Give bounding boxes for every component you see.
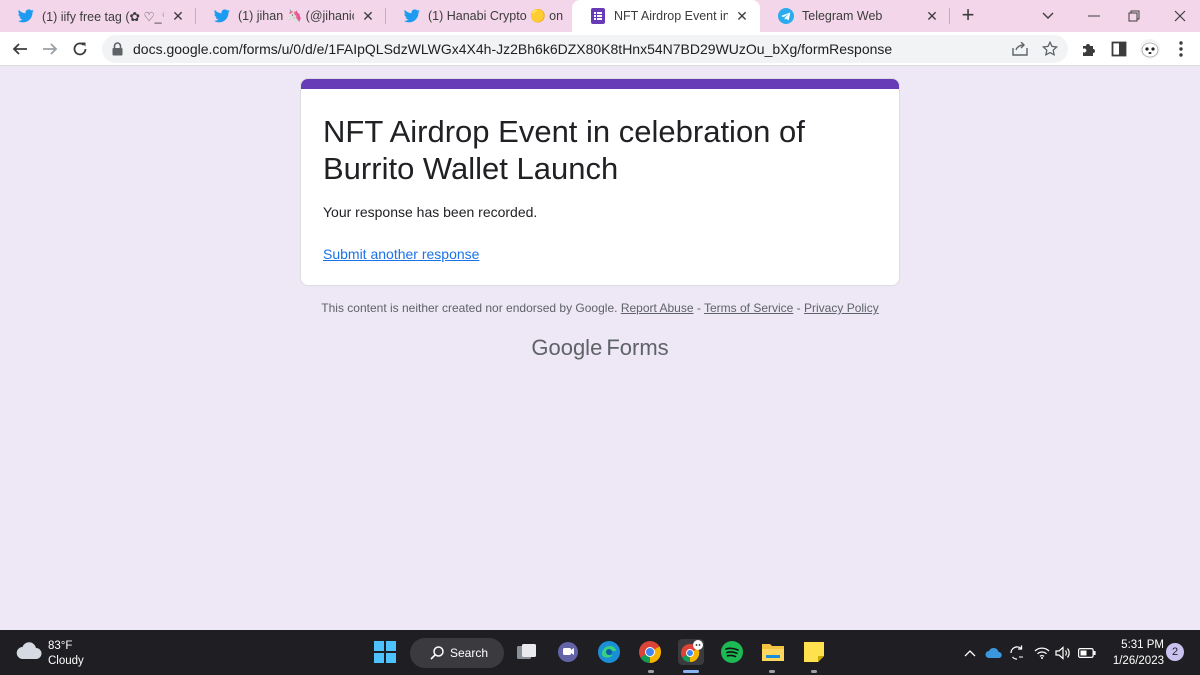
google-forms-icon — [590, 8, 606, 24]
windows-start-icon[interactable] — [372, 639, 398, 665]
more-menu-icon[interactable] — [1172, 40, 1190, 58]
form-response-card: NFT Airdrop Event in celebration of Burr… — [300, 78, 900, 286]
twitter-icon — [214, 8, 230, 24]
bookmark-star-icon[interactable] — [1042, 41, 1058, 57]
new-tab-button[interactable]: + — [956, 4, 980, 28]
restore-icon[interactable] — [1114, 0, 1154, 32]
tab-twitter-1[interactable]: (1) iify free tag (✿ ♡_♡) ( ✕ — [0, 0, 196, 32]
form-title: NFT Airdrop Event in celebration of Burr… — [323, 114, 805, 186]
tab-search-icon[interactable] — [1028, 0, 1068, 32]
chrome-profile-icon[interactable] — [678, 639, 704, 665]
disclaimer-text: This content is neither created nor endo… — [321, 301, 618, 315]
battery-icon[interactable] — [1078, 645, 1096, 661]
tab-twitter-3[interactable]: (1) Hanabi Crypto 🟡 on — [386, 0, 572, 32]
search-label: Search — [450, 646, 489, 660]
close-tab-icon[interactable]: ✕ — [924, 8, 940, 24]
sticky-notes-icon[interactable] — [801, 639, 827, 665]
side-panel-icon[interactable] — [1110, 40, 1128, 58]
cloud-icon[interactable] — [16, 642, 42, 665]
back-button[interactable] — [8, 37, 32, 61]
telegram-icon — [778, 8, 794, 24]
tab-title: Telegram Web — [802, 9, 883, 23]
close-tab-icon[interactable]: ✕ — [170, 8, 186, 24]
taskbar-search-button[interactable]: Search — [410, 638, 504, 668]
privacy-policy-link[interactable]: Privacy Policy — [804, 301, 879, 315]
chevron-up-icon[interactable] — [962, 645, 978, 661]
tab-telegram[interactable]: Telegram Web ✕ — [760, 0, 950, 32]
wifi-icon[interactable] — [1034, 645, 1050, 661]
form-accent-bar — [301, 79, 899, 89]
volume-icon[interactable] — [1055, 645, 1071, 661]
forward-button[interactable] — [38, 37, 62, 61]
edge-browser-icon[interactable] — [596, 639, 622, 665]
windows-taskbar: 83°F Cloudy Search 5:31 PM 1/26/2023 2 — [0, 630, 1200, 675]
weather-condition[interactable]: Cloudy — [48, 655, 84, 667]
google-forms-logo[interactable]: Google Forms — [0, 335, 1200, 361]
footer-disclaimer: This content is neither created nor endo… — [321, 301, 879, 315]
address-bar[interactable]: docs.google.com/forms/u/0/d/e/1FAIpQLSdz… — [102, 35, 1068, 63]
teams-chat-icon[interactable] — [555, 639, 581, 665]
tab-google-forms[interactable]: NFT Airdrop Event in cele ✕ — [572, 0, 760, 32]
sync-icon[interactable] — [1008, 645, 1026, 661]
url-text[interactable]: docs.google.com/forms/u/0/d/e/1FAIpQLSdz… — [133, 41, 892, 57]
profile-avatar-icon[interactable] — [1139, 38, 1161, 60]
tab-title: (1) jihan 🦄 (@jihanicorn) — [238, 8, 354, 23]
clock-date[interactable]: 1/26/2023 — [1104, 655, 1164, 667]
tab-twitter-2[interactable]: (1) jihan 🦄 (@jihanicorn) ✕ — [196, 0, 386, 32]
reload-button[interactable] — [68, 37, 92, 61]
clock-time[interactable]: 5:31 PM — [1104, 639, 1164, 651]
close-tab-icon[interactable]: ✕ — [360, 8, 376, 24]
chrome-icon[interactable] — [637, 639, 663, 665]
onedrive-icon[interactable] — [985, 645, 1003, 661]
submit-another-response-link[interactable]: Submit another response — [323, 246, 479, 262]
terms-of-service-link[interactable]: Terms of Service — [704, 301, 793, 315]
tab-strip: (1) iify free tag (✿ ♡_♡) ( ✕ (1) jihan … — [0, 0, 1200, 32]
search-icon — [430, 646, 444, 660]
report-abuse-link[interactable]: Report Abuse — [621, 301, 694, 315]
file-explorer-icon[interactable] — [760, 639, 786, 665]
close-tab-icon[interactable]: ✕ — [734, 8, 750, 24]
browser-toolbar: docs.google.com/forms/u/0/d/e/1FAIpQLSdz… — [0, 32, 1200, 66]
weather-temperature[interactable]: 83°F — [48, 640, 72, 652]
tab-title: (1) iify free tag (✿ ♡_♡) ( — [42, 9, 164, 24]
logo-google-text: Google — [531, 335, 603, 360]
tab-title: (1) Hanabi Crypto 🟡 on — [428, 8, 564, 23]
task-view-icon[interactable] — [514, 639, 540, 665]
logo-forms-text: Forms — [606, 335, 669, 360]
extensions-puzzle-icon[interactable] — [1080, 40, 1098, 58]
share-icon[interactable] — [1012, 41, 1028, 57]
close-window-icon[interactable] — [1160, 0, 1200, 32]
spotify-icon[interactable] — [719, 639, 745, 665]
tab-title: NFT Airdrop Event in cele — [614, 9, 728, 23]
confirmation-message: Your response has been recorded. — [323, 204, 538, 220]
notification-badge[interactable]: 2 — [1166, 643, 1184, 661]
twitter-icon — [404, 8, 420, 24]
lock-icon[interactable] — [112, 42, 123, 61]
minimize-icon[interactable] — [1074, 0, 1114, 32]
twitter-icon — [18, 8, 34, 24]
